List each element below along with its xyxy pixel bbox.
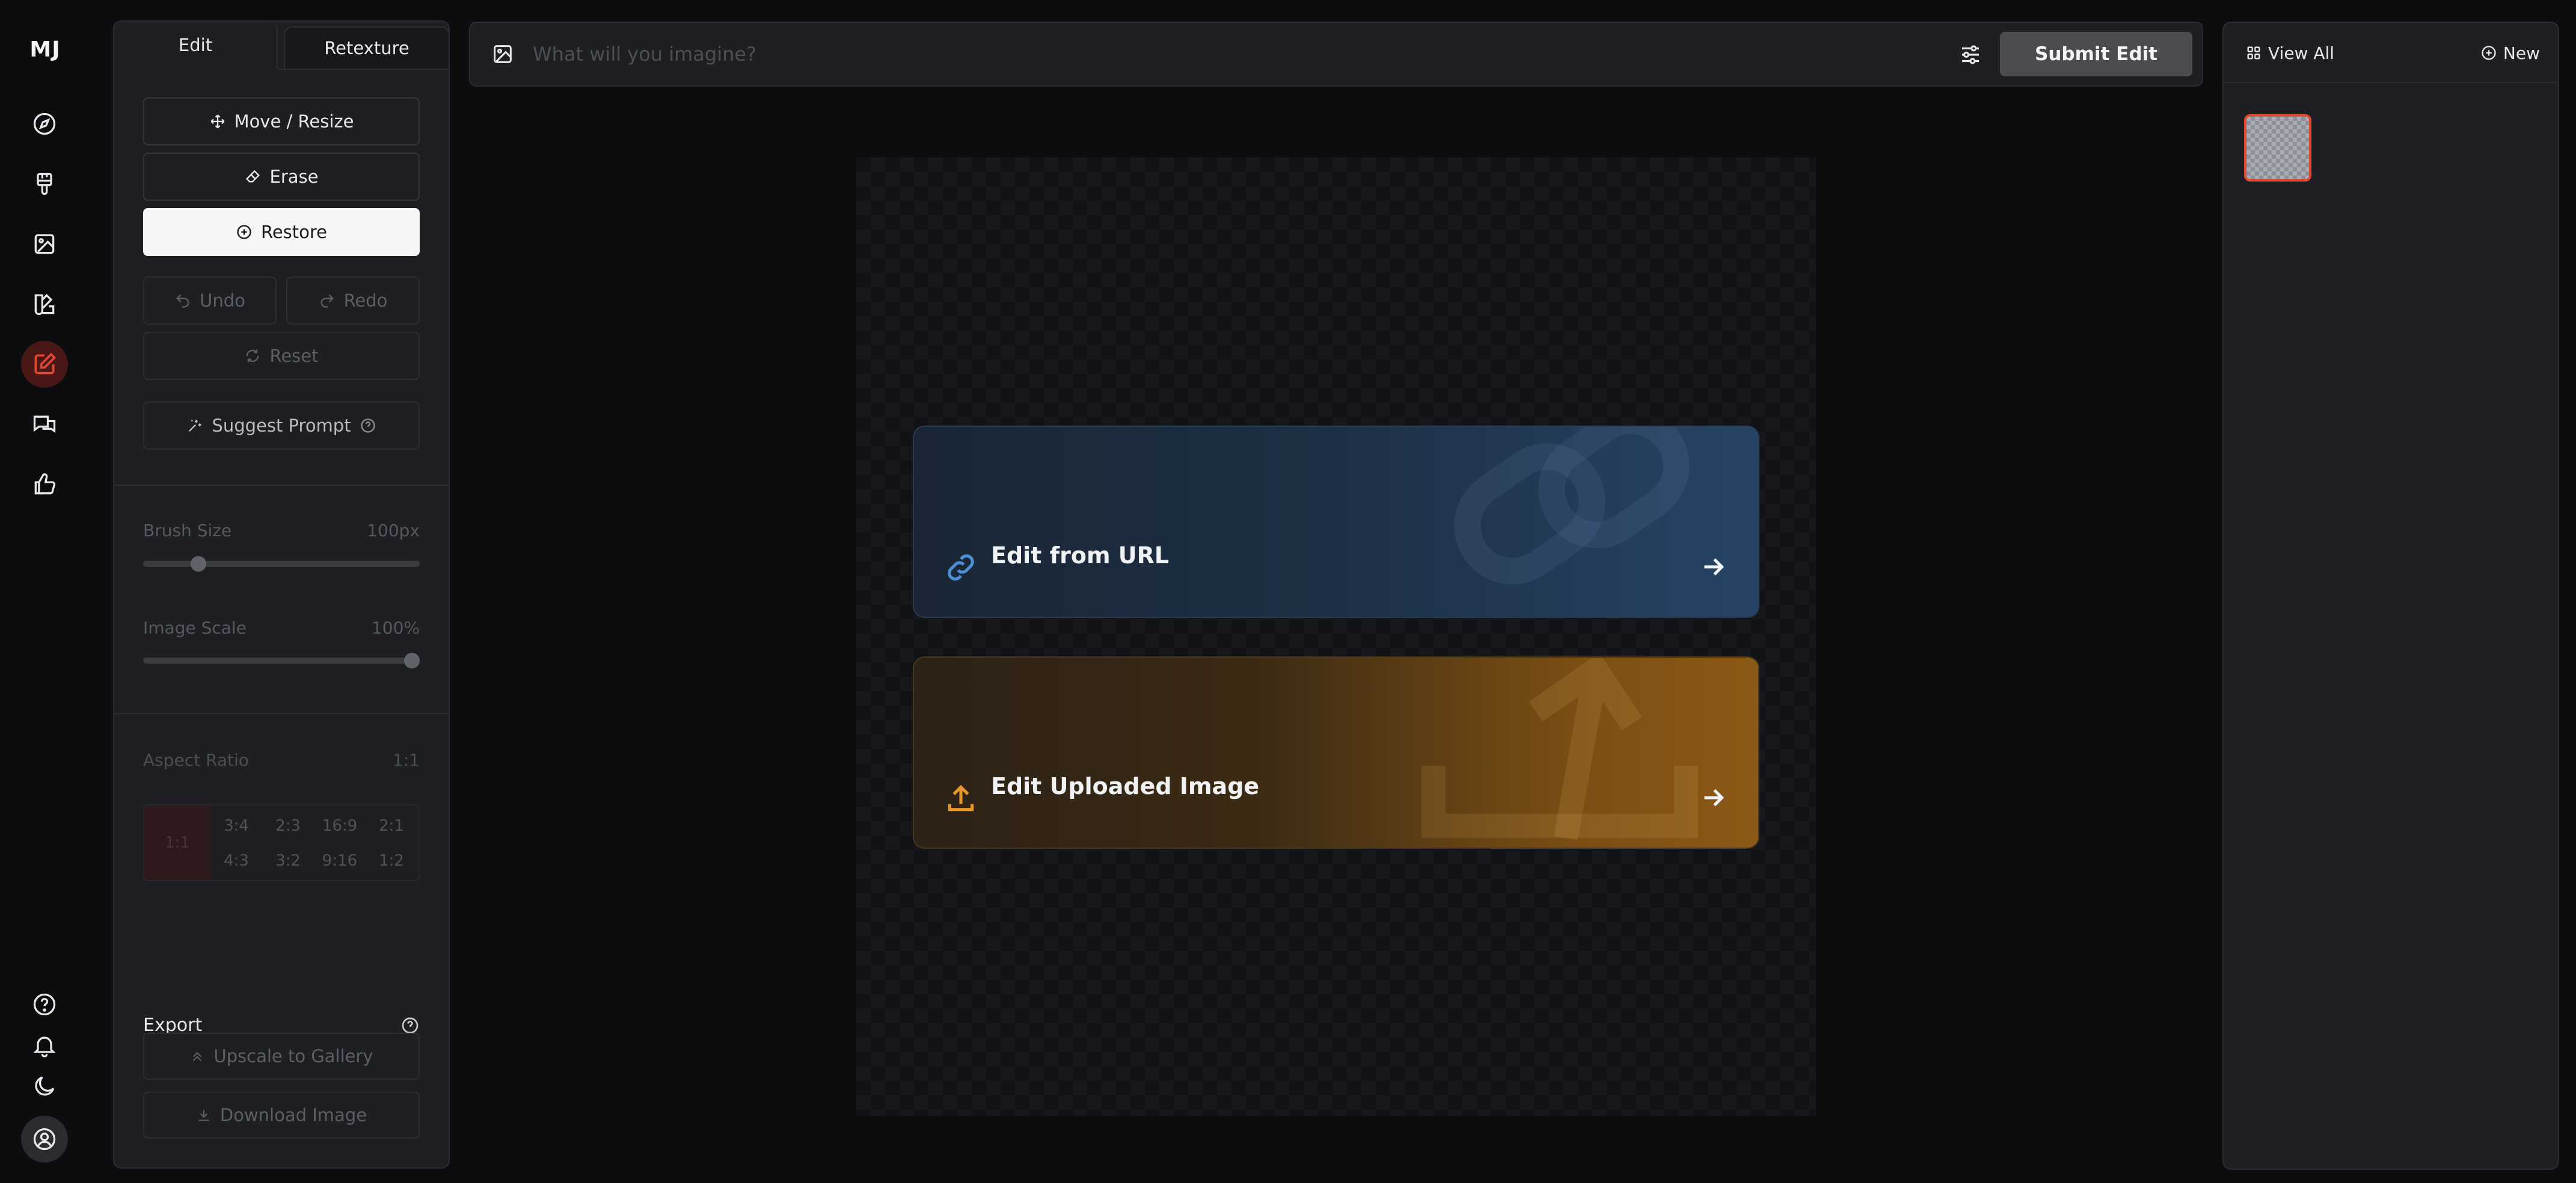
download-icon [198, 1110, 209, 1121]
tab-edit[interactable]: Edit [114, 22, 278, 69]
submit-edit-button[interactable]: Submit Edit [2000, 32, 2192, 76]
restore-label: Restore [260, 222, 328, 242]
new-label: New [2503, 43, 2540, 63]
help-icon[interactable] [21, 981, 68, 1028]
edit-from-url-card[interactable]: Edit from URL [913, 426, 1759, 618]
brush-size-handle[interactable] [191, 556, 206, 572]
user-icon[interactable] [21, 1116, 68, 1163]
arrow-right-icon [1704, 789, 1725, 807]
arrow-right-icon [1704, 558, 1725, 576]
edit-uploaded-image-card[interactable]: Edit Uploaded Image [913, 656, 1759, 849]
brush-size-label: Brush Size [143, 521, 232, 540]
divider [114, 713, 449, 714]
image-scale-handle[interactable] [404, 653, 420, 668]
brush-icon[interactable] [21, 160, 68, 207]
upload-icon [948, 784, 974, 812]
compass-icon[interactable] [21, 100, 68, 147]
aspect-option[interactable]: 9:16 [314, 844, 366, 878]
eraser-icon [245, 170, 260, 183]
reset-button[interactable]: Reset [143, 332, 420, 380]
aspect-option[interactable]: 2:1 [366, 809, 417, 843]
history-thumbnail[interactable] [2244, 114, 2311, 182]
edit-from-url-label: Edit from URL [991, 542, 1170, 569]
edit-canvas[interactable] [856, 157, 1816, 1116]
chat-icon[interactable] [21, 401, 68, 448]
edit-icon[interactable] [21, 341, 68, 388]
aspect-option[interactable]: 3:4 [210, 809, 262, 843]
tab-divider [278, 69, 449, 70]
reset-icon [246, 349, 259, 362]
history-panel: View All New [2222, 22, 2559, 1170]
move-resize-label: Move / Resize [234, 111, 354, 132]
redo-icon [320, 294, 334, 308]
aspect-option[interactable]: 1:1 [144, 805, 210, 880]
upload-decoration-icon [1421, 658, 1698, 840]
new-button[interactable]: New [2480, 23, 2540, 83]
restore-icon [237, 225, 251, 239]
image-scale-label: Image Scale [143, 618, 247, 638]
image-icon[interactable] [21, 221, 68, 267]
icon-rail: MJ [0, 0, 90, 1183]
aspect-ratio-value: 1:1 [392, 750, 420, 770]
restore-button[interactable]: Restore [143, 208, 420, 256]
upscale-button[interactable]: Upscale to Gallery [143, 1033, 420, 1080]
move-resize-button[interactable]: Move / Resize [143, 97, 420, 145]
reset-label: Reset [269, 346, 319, 366]
view-all-button[interactable]: View All [2245, 23, 2334, 83]
thumbs-up-icon[interactable] [21, 461, 68, 508]
redo-button[interactable]: Redo [286, 277, 420, 325]
app-logo[interactable]: MJ [0, 37, 90, 62]
link-icon [948, 554, 974, 581]
grid-icon [2247, 46, 2260, 60]
brush-size-value: 100px [367, 521, 420, 540]
prompt-bar: What will you imagine? Submit Edit [469, 22, 2203, 87]
aspect-ratio-label: Aspect Ratio [143, 750, 249, 770]
image-icon[interactable] [491, 42, 515, 66]
aspect-option[interactable]: 4:3 [210, 844, 262, 878]
prompt-input[interactable]: What will you imagine? [533, 23, 756, 85]
erase-label: Erase [269, 167, 319, 187]
undo-icon [176, 294, 189, 308]
redo-label: Redo [343, 290, 388, 311]
aspect-ratio-grid: 1:1 3:4 2:3 16:9 2:1 4:3 3:2 9:16 1:2 [143, 804, 420, 881]
undo-button[interactable]: Undo [143, 277, 277, 325]
download-button[interactable]: Download Image [143, 1092, 420, 1139]
edit-uploaded-image-label: Edit Uploaded Image [991, 773, 1260, 799]
help-icon[interactable] [360, 417, 376, 434]
upscale-label: Upscale to Gallery [213, 1046, 373, 1066]
bell-icon[interactable] [21, 1022, 68, 1069]
download-label: Download Image [219, 1105, 367, 1125]
brush-size-slider[interactable] [143, 556, 420, 572]
tab-retexture[interactable]: Retexture [284, 26, 450, 69]
divider [114, 485, 449, 486]
edit-panel: Edit Retexture Move / Resize Erase Resto… [113, 20, 450, 1169]
suggest-prompt-button[interactable]: Suggest Prompt [143, 402, 420, 450]
aspect-option[interactable]: 16:9 [314, 809, 366, 843]
view-all-label: View All [2268, 43, 2335, 63]
plus-circle-icon [2482, 46, 2496, 60]
image-scale-slider[interactable] [143, 653, 420, 668]
history-header: View All New [2224, 23, 2558, 83]
image-scale-value: 100% [371, 618, 420, 638]
aspect-option[interactable]: 3:2 [262, 844, 314, 878]
settings-sliders-icon[interactable] [1958, 42, 1983, 67]
aspect-option[interactable]: 2:3 [262, 809, 314, 843]
moon-icon[interactable] [21, 1063, 68, 1110]
link-decoration-icon [1454, 427, 1690, 585]
chevrons-up-icon [193, 1052, 202, 1062]
move-icon [210, 114, 224, 129]
aspect-option[interactable]: 1:2 [366, 844, 417, 878]
palette-icon[interactable] [21, 281, 68, 328]
suggest-prompt-label: Suggest Prompt [212, 415, 351, 436]
sparkle-icon [189, 420, 201, 432]
undo-label: Undo [200, 290, 245, 311]
erase-button[interactable]: Erase [143, 153, 420, 201]
